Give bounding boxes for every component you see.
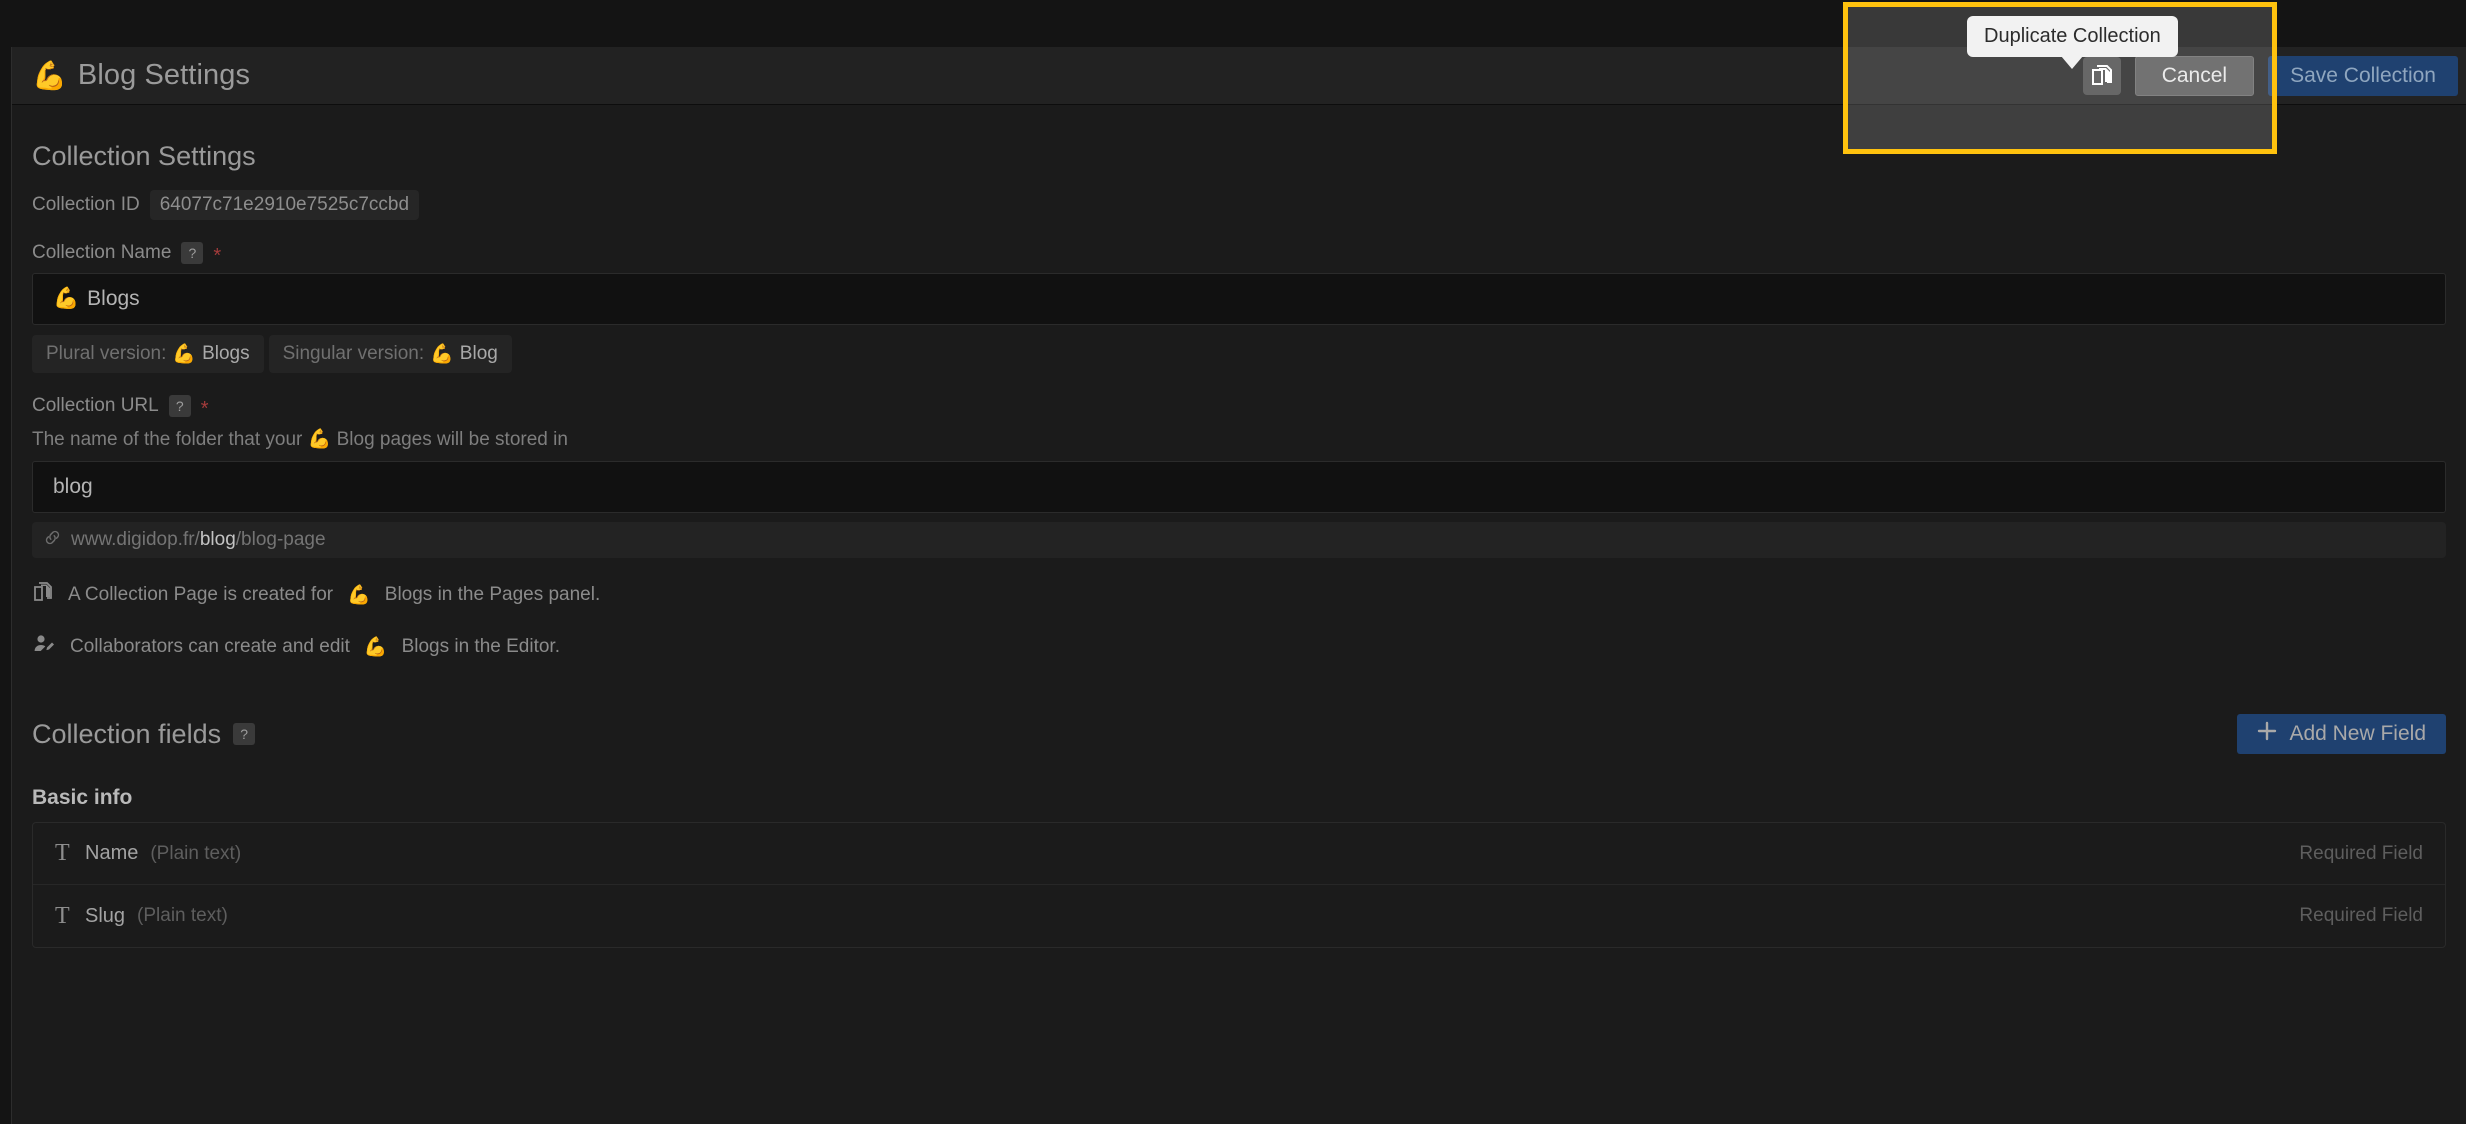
collection-name-label: Collection Name (32, 242, 172, 263)
collection-url-label-row: Collection URL ? * (32, 395, 2446, 420)
collection-url-input[interactable]: blog (32, 461, 2446, 513)
collection-id-value[interactable]: 64077c71e2910e7525c7ccbd (149, 190, 420, 220)
note-collaborators-post: Blogs in the Editor. (401, 636, 560, 657)
collection-fields-title: Collection fields (32, 718, 222, 749)
field-name: Name (85, 842, 139, 864)
pages-copy-icon (32, 580, 54, 610)
singular-version-value: Blog (459, 343, 498, 364)
singular-version-prefix: Singular version: (282, 343, 425, 364)
duplicate-collection-button[interactable] (2082, 57, 2121, 95)
name-version-chips: Plural version: 💪 Blogs Singular version… (32, 335, 2446, 373)
collection-name-label-row: Collection Name ? * (32, 242, 2446, 267)
url-preview-domain: www.digidop.fr/ (71, 529, 200, 550)
url-helper-post: Blog pages will be stored in (336, 429, 568, 450)
collection-fields-header: Collection fields ? Add New Field (32, 714, 2446, 754)
table-row[interactable]: T Slug (Plain text) Required Field (33, 885, 2445, 947)
note-collection-page-emoji-icon: 💪 (347, 585, 371, 606)
url-preview-slug: blog (199, 529, 236, 550)
collection-name-required-marker: * (213, 245, 222, 267)
plural-version-emoji-icon: 💪 (172, 344, 197, 365)
note-collaborators-pre: Collaborators can create and edit (70, 636, 350, 657)
add-new-field-label: Add New Field (2289, 722, 2426, 745)
save-collection-label: Save Collection (2290, 64, 2436, 87)
note-collection-page: A Collection Page is created for 💪 Blogs… (32, 580, 2446, 610)
plural-version-prefix: Plural version: (46, 343, 167, 364)
cancel-button[interactable]: Cancel (2134, 56, 2255, 96)
collection-fields-help-icon[interactable]: ? (233, 723, 256, 745)
collection-name-help-icon[interactable]: ? (181, 242, 204, 264)
url-preview-tail: /blog-page (235, 529, 326, 550)
text-type-icon: T (55, 840, 70, 866)
status-badge: Required Field (2299, 905, 2423, 926)
collection-url-helper-text: The name of the folder that your 💪 Blog … (32, 427, 2446, 451)
duplicate-collection-icon (2091, 64, 2113, 88)
add-new-field-button[interactable]: Add New Field (2237, 714, 2446, 754)
collection-settings-heading: Collection Settings (32, 141, 256, 171)
collection-url-required-marker: * (200, 398, 209, 420)
field-name: Slug (85, 904, 126, 927)
field-list: T Name (Plain text) Required Field T Slu… (32, 822, 2446, 948)
table-row[interactable]: T Name (Plain text) Required Field (33, 823, 2445, 885)
url-preview-row: www.digidop.fr/blog/blog-page (32, 522, 2446, 558)
collection-emoji-icon: 💪 (32, 59, 67, 91)
user-edit-icon (32, 632, 56, 662)
text-type-icon: T (55, 902, 70, 929)
collection-fields-title-group: Collection fields ? (32, 718, 256, 750)
note-collaborators: Collaborators can create and edit 💪 Blog… (32, 632, 2446, 662)
url-helper-emoji-icon: 💪 (307, 429, 332, 450)
save-collection-button[interactable]: Save Collection (2268, 56, 2458, 96)
collection-url-help-icon[interactable]: ? (168, 395, 191, 417)
url-helper-pre: The name of the folder that your (32, 429, 303, 450)
settings-content: Collection Settings Collection ID 64077c… (12, 141, 2466, 948)
field-type: (Plain text) (137, 905, 228, 926)
collection-id-label: Collection ID (32, 194, 140, 215)
collection-id-row: Collection ID 64077c71e2910e7525c7ccbd (32, 190, 2446, 220)
url-preview-text: www.digidop.fr/blog/blog-page (71, 529, 326, 551)
link-icon (44, 529, 61, 552)
page-title: Blog Settings (77, 59, 251, 91)
field-group-title: Basic info (32, 786, 133, 809)
status-badge: Required Field (2299, 842, 2423, 864)
note-collaborators-emoji-icon: 💪 (363, 637, 388, 658)
singular-version-emoji-icon: 💪 (430, 344, 454, 365)
collection-name-emoji-icon: 💪 (53, 287, 80, 310)
app-root: 💪 Blog Settings Cancel Save Collection C… (0, 0, 2466, 1124)
plural-version-chip: Plural version: 💪 Blogs (32, 335, 264, 373)
field-type: (Plain text) (150, 842, 242, 864)
plus-icon (2257, 721, 2277, 747)
singular-version-chip: Singular version: 💪 Blog (268, 335, 512, 373)
plural-version-value: Blogs (202, 343, 250, 364)
duplicate-collection-tooltip: Duplicate Collection (1967, 16, 2178, 69)
note-collection-page-post: Blogs in the Pages panel. (384, 584, 601, 605)
collection-name-input[interactable]: 💪 Blogs (32, 273, 2446, 325)
collection-url-value: blog (53, 475, 93, 498)
cancel-button-label: Cancel (2161, 64, 2228, 87)
collection-url-label: Collection URL (32, 395, 159, 416)
settings-page: 💪 Blog Settings Cancel Save Collection C… (11, 47, 2466, 1124)
collection-name-value: Blogs (87, 287, 140, 310)
note-collection-page-pre: A Collection Page is created for (68, 584, 334, 605)
